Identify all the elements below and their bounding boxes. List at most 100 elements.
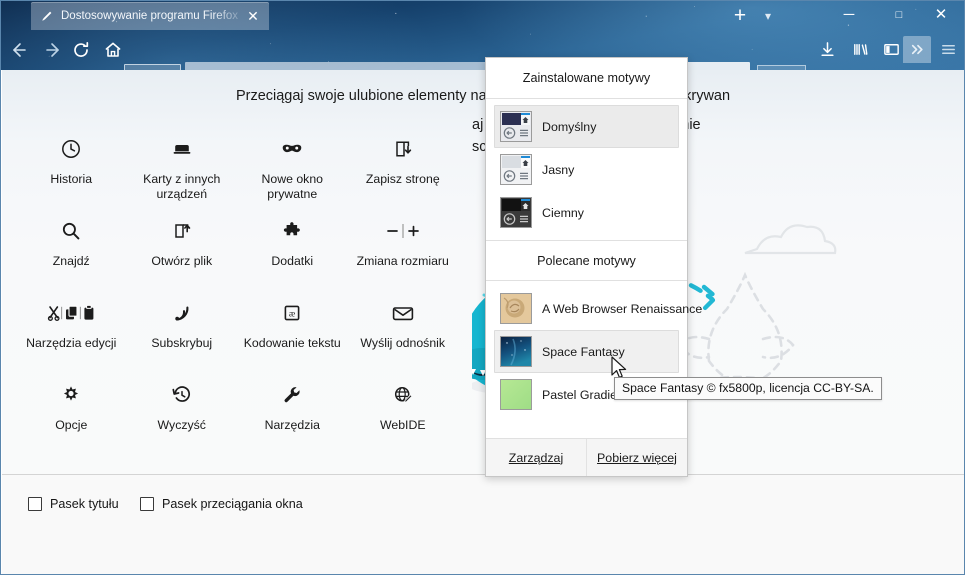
download-icon[interactable] <box>813 36 841 63</box>
title-bar: Dostosowywanie programu Firefox ✕ + ▾ ─ … <box>1 1 964 30</box>
palette-item-webide[interactable]: WebIDE <box>348 370 459 452</box>
clock-history-icon <box>59 134 83 164</box>
palette-item-label: WebIDE <box>379 418 426 432</box>
theme-preview-icon <box>500 379 532 410</box>
library-icon[interactable] <box>846 36 874 63</box>
drag-space-checkbox[interactable]: Pasek przeciągania okna <box>140 497 303 511</box>
theme-item-domyslny[interactable]: Domyślny <box>494 105 679 148</box>
customization-palette: Historia Karty z innych urządzeń Nowe ok… <box>2 114 472 464</box>
synced-tabs-icon <box>170 134 194 164</box>
text-encoding-icon: æ <box>280 298 304 328</box>
chevron-down-icon[interactable]: ▾ <box>759 8 777 24</box>
theme-name: Jasny <box>542 162 575 177</box>
palette-item-label: Nowe okno prywatne <box>261 172 324 201</box>
theme-preview-icon <box>500 293 532 324</box>
theme-swatch-icon <box>500 111 532 142</box>
themes-dropdown-panel: Zainstalowane motywy Domyślny Jasny Ciem… <box>485 57 702 477</box>
navigation-toolbar: ▾ <box>1 29 964 89</box>
sidebar-icon[interactable] <box>877 36 905 63</box>
double-chevron-right-icon[interactable] <box>903 36 931 63</box>
checkbox-box[interactable] <box>140 497 154 511</box>
webide-globe-icon <box>391 380 415 410</box>
installed-themes-header: Zainstalowane motywy <box>486 58 687 99</box>
palette-item-label: Otwórz plik <box>151 254 213 268</box>
palette-item-zapisz-strone[interactable]: Zapisz stronę <box>348 124 459 206</box>
svg-text:æ: æ <box>289 310 296 320</box>
browser-tab[interactable]: Dostosowywanie programu Firefox ✕ <box>31 2 269 30</box>
get-more-themes-label: Pobierz więcej <box>597 450 677 465</box>
palette-item-label: Dodatki <box>271 254 314 268</box>
palette-item-znajdz[interactable]: Znajdź <box>16 206 127 288</box>
recommended-themes-list: A Web Browser Renaissance Space Fantasy … <box>486 281 702 422</box>
customize-footer-bar: Pasek tytułu Pasek przeciągania okna Pas… <box>2 474 964 574</box>
manage-themes-label: Zarządzaj <box>508 450 564 465</box>
palette-item-otworz-plik[interactable]: Otwórz plik <box>127 206 238 288</box>
palette-item-label: Karty z innych urządzeń <box>143 172 221 201</box>
palette-item-kodowanie-tekstu[interactable]: æ Kodowanie tekstu <box>237 288 348 370</box>
palette-item-label: Wyczyść <box>157 418 206 432</box>
browser-window: Dostosowywanie programu Firefox ✕ + ▾ ─ … <box>0 0 965 575</box>
palette-item-label: Wyślij odnośnik <box>360 336 446 350</box>
brush-icon <box>39 8 55 24</box>
palette-item-label: Subskrybuj <box>151 336 213 350</box>
palette-item-opcje[interactable]: Opcje <box>16 370 127 452</box>
customize-area: Przeciągaj swoje ulubione elementy na pa… <box>2 70 964 474</box>
theme-name: A Web Browser Renaissance <box>542 301 703 316</box>
palette-item-label: Zmiana rozmiaru <box>356 254 449 268</box>
theme-item-jasny[interactable]: Jasny <box>494 148 679 191</box>
forward-arrow-icon[interactable] <box>39 36 67 63</box>
rss-feed-icon <box>170 298 194 328</box>
zoom-controls-icon <box>384 216 422 246</box>
palette-item-label: Kodowanie tekstu <box>243 336 341 350</box>
theme-item-a-web-browser-renaissance[interactable]: A Web Browser Renaissance <box>494 287 702 330</box>
theme-item-space-fantasy[interactable]: Space Fantasy <box>494 330 679 373</box>
plus-icon[interactable]: + <box>729 5 751 26</box>
palette-item-label: Zapisz stronę <box>365 172 440 186</box>
palette-item-historia[interactable]: Historia <box>16 124 127 206</box>
checkbox-label: Pasek przeciągania okna <box>162 497 303 511</box>
customize-hint-text: Przeciągaj swoje ulubione elementy na pa… <box>235 88 731 104</box>
back-arrow-icon[interactable] <box>5 36 33 63</box>
palette-item-narzedzia-edycji[interactable]: Narzędzia edycji <box>16 288 127 370</box>
checkbox-box[interactable] <box>28 497 42 511</box>
theme-tooltip: Space Fantasy © fx5800p, licencja CC-BY-… <box>614 377 882 400</box>
titlebar-checkbox[interactable]: Pasek tytułu <box>28 497 119 511</box>
theme-item-ciemny[interactable]: Ciemny <box>494 191 679 234</box>
close-icon[interactable]: ✕ <box>927 5 955 25</box>
private-mask-icon <box>279 134 305 164</box>
installed-themes-list: Domyślny Jasny Ciemny <box>486 99 687 240</box>
theme-preview-icon <box>500 336 532 367</box>
palette-item-label: Opcje <box>55 418 88 432</box>
theme-name: Domyślny <box>542 119 597 134</box>
palette-item-wyczysc[interactable]: Wyczyść <box>127 370 238 452</box>
tab-title: Dostosowywanie programu Firefox <box>61 10 239 22</box>
checkbox-label: Pasek tytułu <box>50 497 119 511</box>
edit-tools-icon <box>45 298 97 328</box>
hamburger-menu-icon[interactable] <box>934 36 962 63</box>
palette-item-narzedzia[interactable]: Narzędzia <box>237 370 348 452</box>
theme-swatch-icon <box>500 197 532 228</box>
palette-item-wyslij-odnosnik[interactable]: Wyślij odnośnik <box>348 288 459 370</box>
palette-item-label: Narzędzia <box>264 418 320 432</box>
browser-chrome: Dostosowywanie programu Firefox ✕ + ▾ ─ … <box>1 1 964 89</box>
palette-item-label: Historia <box>50 172 93 186</box>
theme-name: Ciemny <box>542 205 584 220</box>
maximize-icon[interactable]: □ <box>885 5 913 25</box>
puzzle-addons-icon <box>280 216 304 246</box>
gear-options-icon <box>59 380 83 410</box>
palette-item-dodatki[interactable]: Dodatki <box>237 206 348 288</box>
wrench-devtools-icon <box>280 380 304 410</box>
close-icon[interactable]: ✕ <box>245 9 261 23</box>
palette-item-label: Narzędzia edycji <box>26 336 117 350</box>
home-icon[interactable] <box>99 36 127 63</box>
palette-item-karty-z-innych-urzadzen[interactable]: Karty z innych urządzeń <box>127 124 238 206</box>
reload-icon[interactable] <box>67 36 95 63</box>
open-file-icon <box>170 216 194 246</box>
get-more-themes-button[interactable]: Pobierz więcej <box>587 439 687 476</box>
minimize-icon[interactable]: ─ <box>835 5 863 25</box>
manage-themes-button[interactable]: Zarządzaj <box>486 439 587 476</box>
theme-panel-footer: Zarządzaj Pobierz więcej <box>486 438 687 476</box>
palette-item-subskrybuj[interactable]: Subskrybuj <box>127 288 238 370</box>
palette-item-nowe-okno-prywatne[interactable]: Nowe okno prywatne <box>237 124 348 206</box>
palette-item-zmiana-rozmiaru[interactable]: Zmiana rozmiaru <box>348 206 459 288</box>
